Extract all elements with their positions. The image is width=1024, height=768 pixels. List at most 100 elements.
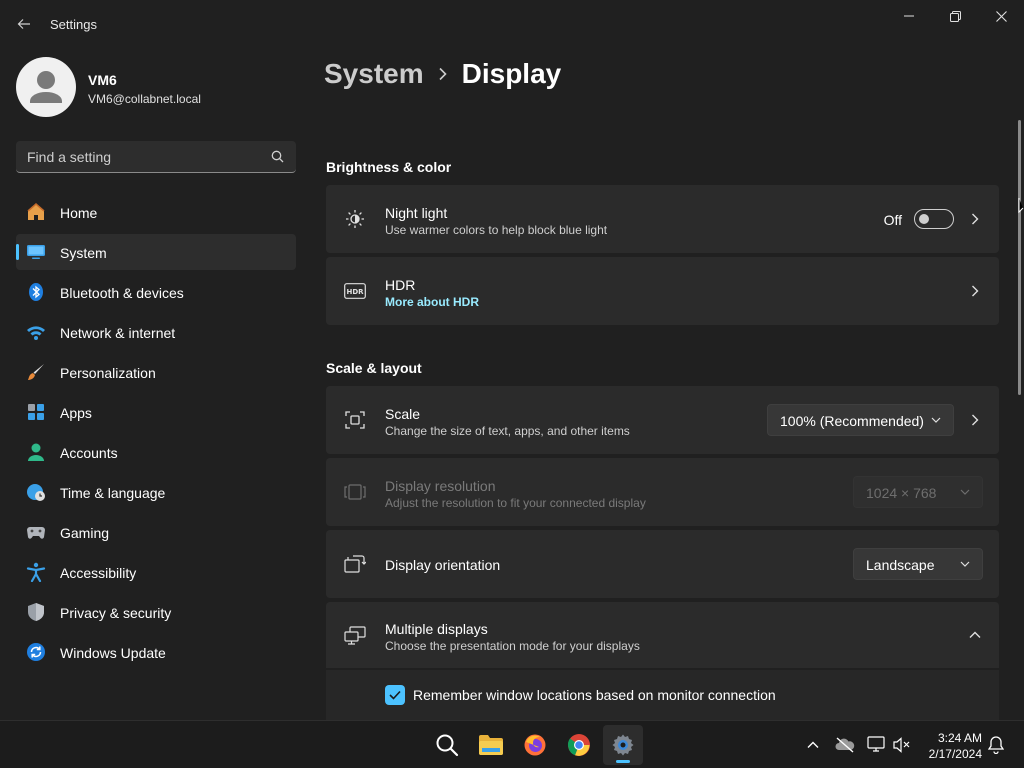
sidebar-item-accounts[interactable]: Accounts: [16, 434, 296, 470]
minimize-button[interactable]: [886, 4, 932, 28]
home-icon: [26, 202, 46, 222]
firefox-icon: [524, 734, 546, 756]
avatar: [16, 57, 76, 117]
taskbar-file-explorer[interactable]: [471, 725, 511, 765]
back-arrow-icon: [17, 19, 30, 29]
update-icon: [26, 642, 46, 662]
sidebar-item-system[interactable]: System: [16, 234, 296, 270]
apps-icon: [26, 402, 46, 422]
svg-text:HDR: HDR: [346, 288, 364, 296]
orientation-title: Display orientation: [385, 557, 501, 573]
restore-icon: [949, 10, 961, 22]
close-button[interactable]: [978, 4, 1024, 28]
scale-dropdown[interactable]: 100% (Recommended): [767, 404, 954, 436]
hdr-learn-more-link[interactable]: More about HDR: [385, 295, 479, 309]
close-icon: [995, 10, 1007, 22]
sidebar-item-apps[interactable]: Apps: [16, 394, 296, 430]
scale-value: 100% (Recommended): [780, 413, 924, 429]
night-light-toggle[interactable]: [914, 209, 954, 229]
sidebar-item-label: Accessibility: [60, 565, 137, 581]
chevron-down-icon: [931, 417, 941, 423]
scale-card[interactable]: Scale Change the size of text, apps, and…: [326, 386, 999, 454]
onedrive-offline-icon[interactable]: [835, 735, 855, 755]
chevron-right-icon[interactable]: [969, 285, 981, 297]
search-box[interactable]: [16, 141, 296, 173]
multiple-displays-card[interactable]: Multiple displays Choose the presentatio…: [326, 602, 999, 668]
settings-icon: [612, 734, 634, 756]
title-bar: Settings: [0, 0, 1024, 48]
chevron-down-icon: [960, 489, 970, 495]
orientation-dropdown[interactable]: Landscape: [853, 548, 983, 580]
volume-muted-icon[interactable]: [892, 735, 912, 755]
page-title: Display: [461, 58, 562, 89]
chevron-right-icon[interactable]: [969, 213, 981, 225]
monitor-icon: [26, 242, 46, 262]
sidebar-item-privacy-security[interactable]: Privacy & security: [16, 594, 296, 630]
resolution-subtitle: Adjust the resolution to fit your connec…: [385, 496, 646, 510]
scale-title: Scale: [385, 406, 421, 422]
hdr-card[interactable]: HDR HDR More about HDR: [326, 257, 999, 325]
taskbar-firefox[interactable]: [515, 725, 555, 765]
sidebar-item-label: Time & language: [60, 485, 166, 501]
notifications-bell-icon[interactable]: [986, 735, 1006, 755]
chevron-right-icon[interactable]: [969, 414, 981, 426]
user-email: VM6@collabnet.local: [88, 92, 201, 106]
sidebar-item-label: Apps: [60, 405, 92, 421]
hdr-title: HDR: [385, 277, 416, 293]
maximize-button[interactable]: [932, 4, 978, 28]
taskbar-search-button[interactable]: [427, 725, 467, 765]
sidebar-item-label: Windows Update: [60, 645, 166, 661]
section-title-scale-layout: Scale & layout: [326, 360, 422, 376]
active-app-indicator: [616, 760, 630, 763]
remember-window-locations-checkbox[interactable]: [385, 685, 405, 705]
multiple-displays-title: Multiple displays: [385, 621, 488, 637]
sidebar-item-accessibility[interactable]: Accessibility: [16, 554, 296, 590]
search-input[interactable]: [16, 141, 266, 172]
breadcrumb: System Display: [324, 58, 561, 90]
taskbar-clock[interactable]: 3:24 AM 2/17/2024: [920, 730, 982, 762]
resolution-value: 1024 × 768: [866, 485, 937, 501]
sidebar-nav: Home System Bluetooth & devices Network …: [16, 194, 296, 674]
globe-clock-icon: [26, 482, 46, 502]
sidebar-item-bluetooth[interactable]: Bluetooth & devices: [16, 274, 296, 310]
sidebar-item-label: Bluetooth & devices: [60, 285, 184, 301]
night-light-title: Night light: [385, 205, 448, 221]
person-avatar-icon: [30, 71, 62, 103]
back-button[interactable]: [10, 10, 38, 38]
sidebar-item-label: Personalization: [60, 365, 156, 381]
chevron-up-icon[interactable]: [969, 629, 981, 641]
section-title-brightness: Brightness & color: [326, 159, 452, 175]
checkmark-icon: [389, 690, 401, 700]
breadcrumb-parent[interactable]: System: [324, 58, 424, 90]
orientation-value: Landscape: [866, 557, 935, 573]
sidebar-item-label: Gaming: [60, 525, 110, 541]
night-light-card[interactable]: Night light Use warmer colors to help bl…: [326, 185, 999, 253]
chevron-right-icon: [438, 67, 448, 81]
mouse-cursor-icon: [1018, 198, 1024, 214]
person-icon: [26, 442, 46, 462]
sidebar-item-network[interactable]: Network & internet: [16, 314, 296, 350]
sidebar-item-personalization[interactable]: Personalization: [16, 354, 296, 390]
search-icon[interactable]: [271, 150, 284, 163]
clock-time: 3:24 AM: [937, 731, 982, 745]
taskbar-settings[interactable]: [603, 725, 643, 765]
orientation-icon: [344, 553, 366, 575]
sidebar-item-home[interactable]: Home: [16, 194, 296, 230]
sidebar-item-label: System: [60, 245, 107, 261]
scrollbar-thumb[interactable]: [1018, 120, 1021, 395]
multiple-displays-icon: [344, 625, 366, 647]
taskbar-chrome[interactable]: [559, 725, 599, 765]
scale-icon: [344, 409, 366, 431]
sidebar-item-time-language[interactable]: Time & language: [16, 474, 296, 510]
shield-icon: [26, 602, 46, 622]
sidebar-item-label: Privacy & security: [60, 605, 172, 621]
sidebar-item-label: Home: [60, 205, 98, 221]
remember-window-locations-row[interactable]: Remember window locations based on monit…: [326, 670, 999, 720]
network-icon[interactable]: [867, 735, 887, 755]
sidebar-item-windows-update[interactable]: Windows Update: [16, 634, 296, 670]
scale-subtitle: Change the size of text, apps, and other…: [385, 424, 630, 438]
minimize-icon: [904, 15, 914, 17]
sidebar-item-gaming[interactable]: Gaming: [16, 514, 296, 550]
sidebar-item-label: Network & internet: [60, 325, 176, 341]
show-hidden-icons-button[interactable]: [803, 735, 823, 755]
